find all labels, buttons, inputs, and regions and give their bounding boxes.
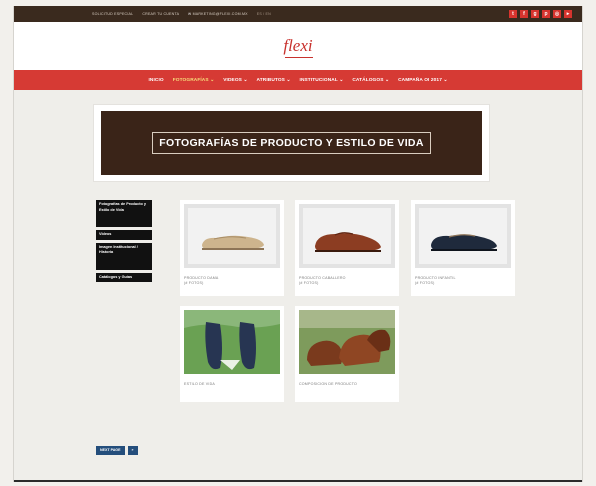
card-subtitle: (# FOTOS)	[299, 281, 319, 285]
twitter-icon[interactable]: t	[509, 10, 517, 18]
nav-inicio[interactable]: INICIO	[148, 78, 163, 83]
navy-loafer-photo	[415, 204, 511, 268]
feet-in-shoes-photo	[184, 310, 280, 374]
next-arrow-button[interactable]: »	[127, 446, 138, 455]
logo-bar: flexi	[14, 22, 582, 70]
gallery-card-infantil[interactable]: PRODUCTO INFANTIL (# FOTOS)	[411, 200, 515, 296]
sidebar-menu: Fotografías de Producto y Estilo de Vida…	[96, 200, 152, 285]
pinterest-icon[interactable]: p	[542, 10, 550, 18]
footer-line	[14, 480, 582, 482]
facebook-icon[interactable]: f	[520, 10, 528, 18]
hero-background: FOTOGRAFÍAS DE PRODUCTO Y ESTILO DE VIDA	[101, 111, 482, 175]
topbar-link-request[interactable]: SOLICITUD ESPECIAL	[92, 12, 133, 16]
page-title: FOTOGRAFÍAS DE PRODUCTO Y ESTILO DE VIDA	[152, 132, 431, 154]
card-subtitle: (# FOTOS)	[415, 281, 435, 285]
brown-oxford-photo	[299, 204, 395, 268]
topbar-language-switch[interactable]: ES / EN	[257, 12, 271, 16]
beige-loafer-photo	[184, 204, 280, 268]
main-nav: INICIO FOTOGRAFÍAS ⌄ VIDEOS ⌄ ATRIBUTOS …	[14, 70, 582, 90]
gallery-card-composicion[interactable]: COMPOSICION DE PRODUCTO	[295, 306, 399, 402]
nav-catalogos[interactable]: CATÁLOGOS ⌄	[352, 78, 389, 83]
hero-section: FOTOGRAFÍAS DE PRODUCTO Y ESTILO DE VIDA	[93, 104, 490, 182]
boots-on-grass-photo	[299, 310, 395, 374]
sidebar-item-institucional[interactable]: Imagen Institucional / Historia	[96, 242, 152, 270]
next-page-button[interactable]: NEXT PAGE	[96, 446, 125, 455]
instagram-icon[interactable]: ◎	[553, 10, 561, 18]
nav-fotografias[interactable]: FOTOGRAFÍAS ⌄	[173, 78, 214, 83]
nav-atributos[interactable]: ATRIBUTOS ⌄	[257, 78, 291, 83]
gallery-card-caballero[interactable]: PRODUCTO CABALLERO (# FOTOS)	[295, 200, 399, 296]
card-subtitle: (# FOTOS)	[184, 281, 204, 285]
nav-campana[interactable]: CAMPAÑA OI 2017 ⌄	[398, 78, 447, 83]
topbar-link-account[interactable]: CREAR TU CUENTA	[142, 12, 179, 16]
site-logo[interactable]: flexi	[283, 36, 313, 58]
top-utility-bar: SOLICITUD ESPECIAL CREAR TU CUENTA MARKE…	[14, 6, 582, 22]
pagination: NEXT PAGE »	[96, 446, 138, 455]
gallery-card-estilo[interactable]: ESTILO DE VIDA	[180, 306, 284, 402]
googleplus-icon[interactable]: g	[531, 10, 539, 18]
social-icons: t f g p ◎ ▸	[509, 10, 572, 18]
card-title: COMPOSICION DE PRODUCTO	[299, 382, 358, 386]
hero-banner: FOTOGRAFÍAS DE PRODUCTO Y ESTILO DE VIDA	[93, 104, 490, 182]
sidebar-item-fotografias[interactable]: Fotografías de Producto y Estilo de Vida	[96, 200, 152, 227]
nav-videos[interactable]: VIDEOS ⌄	[223, 78, 247, 83]
card-title: ESTILO DE VIDA	[184, 382, 215, 386]
gallery-card-dama[interactable]: PRODUCTO DAMA (# FOTOS)	[180, 200, 284, 296]
youtube-icon[interactable]: ▸	[564, 10, 572, 18]
topbar-link-email[interactable]: MARKETING@FLEXI.COM.MX	[188, 12, 248, 16]
sidebar-item-videos[interactable]: Videos	[96, 230, 152, 240]
nav-institucional[interactable]: INSTITUCIONAL ⌄	[300, 78, 344, 83]
sidebar-item-catalogos[interactable]: Catálogos y Guías	[96, 272, 152, 283]
